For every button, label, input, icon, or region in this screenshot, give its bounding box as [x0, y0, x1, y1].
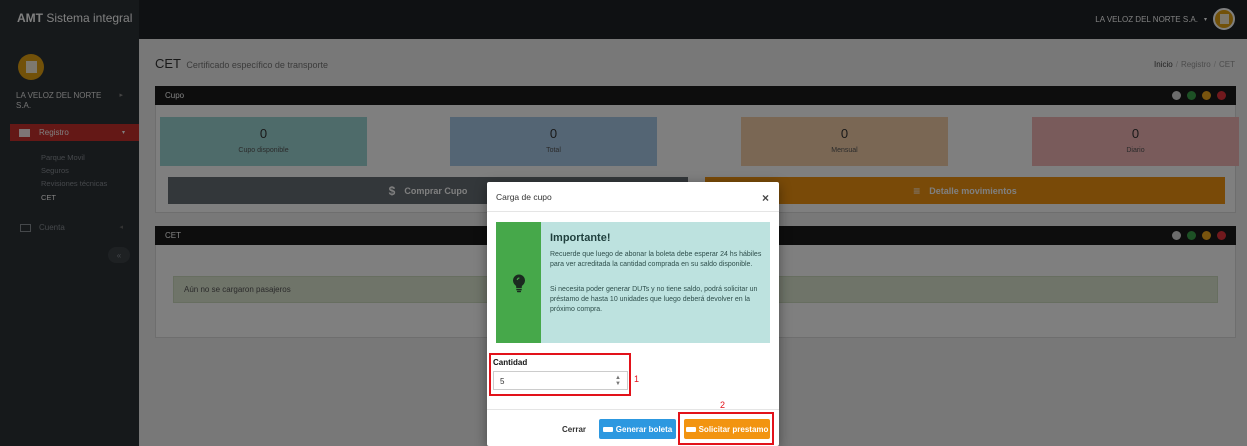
- info-paragraph-1: Recuerde que luego de abonar la boleta d…: [550, 251, 762, 268]
- lightbulb-icon: [512, 274, 525, 292]
- annotation-box-1: [489, 353, 631, 396]
- button-label: Generar boleta: [615, 424, 673, 434]
- carga-cupo-modal: Carga de cupo × Importante! Recuerde que…: [487, 182, 779, 446]
- info-callout-side: [496, 222, 541, 343]
- annotation-box-2: [678, 412, 774, 445]
- close-icon[interactable]: ×: [762, 191, 769, 205]
- modal-footer: [487, 409, 779, 410]
- info-callout: Importante! Recuerde que luego de abonar…: [496, 222, 770, 343]
- info-title: Importante!: [550, 232, 611, 244]
- modal-title: Carga de cupo: [487, 182, 779, 212]
- annotation-number-2: 2: [720, 400, 726, 410]
- generar-boleta-button[interactable]: Generar boleta: [599, 419, 676, 439]
- annotation-number-1: 1: [634, 374, 640, 384]
- info-paragraph-2: Si necesita poder generar DUTs y no tien…: [550, 286, 758, 313]
- ticket-icon: [602, 426, 613, 432]
- cerrar-button[interactable]: Cerrar: [553, 419, 595, 439]
